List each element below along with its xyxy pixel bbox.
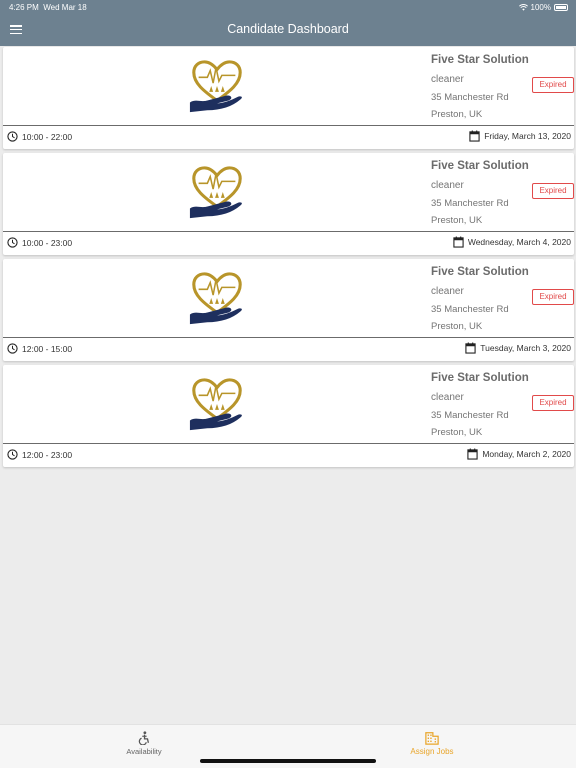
shift-date: Wednesday, March 4, 2020 <box>467 237 571 247</box>
card-divider <box>3 125 574 126</box>
company-logo-icon <box>189 60 242 113</box>
calendar-icon <box>467 448 478 460</box>
shift-time: 12:00 - 23:00 <box>22 450 73 460</box>
job-card[interactable]: Five Star Solution cleaner 35 Manchester… <box>3 47 574 149</box>
app-header: 4:26 PM Wed Mar 18 100% Candidate Dashbo… <box>0 0 576 46</box>
status-right: 100% <box>518 3 568 12</box>
building-icon <box>425 732 439 745</box>
status-clock: 4:26 PM <box>9 3 39 12</box>
clock-icon <box>7 449 18 460</box>
calendar-icon <box>453 236 464 248</box>
job-card[interactable]: Five Star Solution cleaner 35 Manchester… <box>3 259 574 361</box>
job-list: Five Star Solution cleaner 35 Manchester… <box>3 47 574 471</box>
company-logo-icon <box>189 272 242 325</box>
status-bar: 4:26 PM Wed Mar 18 100% <box>0 0 576 14</box>
company-name: Five Star Solution <box>431 160 529 172</box>
job-address: 35 Manchester Rd <box>431 92 509 103</box>
clock-icon <box>7 131 18 142</box>
job-card[interactable]: Five Star Solution cleaner 35 Manchester… <box>3 365 574 467</box>
job-role: cleaner <box>431 286 464 297</box>
home-indicator <box>200 759 376 763</box>
shift-date-group: Friday, March 13, 2020 <box>469 130 571 142</box>
calendar-icon <box>469 130 480 142</box>
job-role: cleaner <box>431 180 464 191</box>
card-divider <box>3 443 574 444</box>
shift-date-group: Monday, March 2, 2020 <box>467 448 571 460</box>
status-badge: Expired <box>532 395 574 411</box>
shift-date: Monday, March 2, 2020 <box>482 449 571 459</box>
job-city: Preston, UK <box>431 321 483 332</box>
battery-icon <box>554 4 568 11</box>
card-divider <box>3 337 574 338</box>
company-name: Five Star Solution <box>431 266 529 278</box>
job-card[interactable]: Five Star Solution cleaner 35 Manchester… <box>3 153 574 255</box>
shift-date-group: Wednesday, March 4, 2020 <box>453 236 571 248</box>
company-name: Five Star Solution <box>431 372 529 384</box>
company-logo-icon <box>189 166 242 219</box>
job-role: cleaner <box>431 392 464 403</box>
status-badge: Expired <box>532 77 574 93</box>
shift-date: Friday, March 13, 2020 <box>484 131 571 141</box>
job-city: Preston, UK <box>431 427 483 438</box>
accessibility-icon <box>138 731 150 745</box>
shift-time: 10:00 - 22:00 <box>22 132 73 142</box>
tab-availability-label: Availability <box>126 747 162 756</box>
status-badge: Expired <box>532 183 574 199</box>
shift-date: Tuesday, March 3, 2020 <box>480 343 571 353</box>
job-address: 35 Manchester Rd <box>431 304 509 315</box>
job-city: Preston, UK <box>431 109 483 120</box>
page-title: Candidate Dashboard <box>227 22 349 36</box>
card-divider <box>3 231 574 232</box>
company-name: Five Star Solution <box>431 54 529 66</box>
tab-assign-jobs-label: Assign Jobs <box>410 747 454 756</box>
status-date: Wed Mar 18 <box>43 3 87 12</box>
company-logo-icon <box>189 378 242 431</box>
battery-percent: 100% <box>530 3 551 12</box>
job-role: cleaner <box>431 74 464 85</box>
clock-icon <box>7 237 18 248</box>
shift-time: 10:00 - 23:00 <box>22 238 73 248</box>
job-city: Preston, UK <box>431 215 483 226</box>
calendar-icon <box>465 342 476 354</box>
wifi-icon <box>518 4 528 11</box>
clock-icon <box>7 343 18 354</box>
status-time: 4:26 PM Wed Mar 18 <box>9 3 87 12</box>
job-address: 35 Manchester Rd <box>431 410 509 421</box>
shift-date-group: Tuesday, March 3, 2020 <box>465 342 571 354</box>
shift-time: 12:00 - 15:00 <box>22 344 73 354</box>
job-address: 35 Manchester Rd <box>431 198 509 209</box>
status-badge: Expired <box>532 289 574 305</box>
